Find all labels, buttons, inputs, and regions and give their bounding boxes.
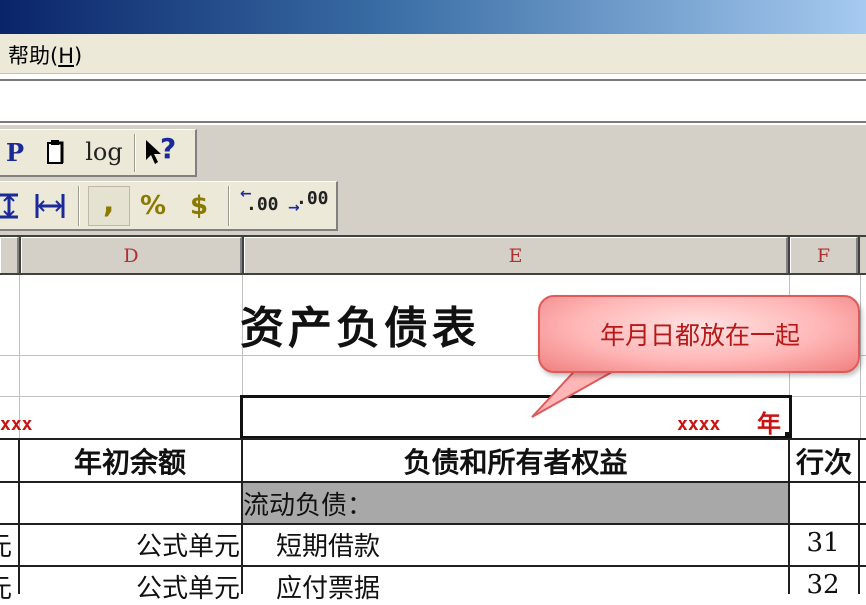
menu-bar: 帮助(H) [0,34,866,74]
selected-date-cell[interactable]: xxxx 年 [240,395,792,439]
menu-help-hotkey: H [58,44,74,68]
toolbar-separator [134,134,136,172]
formula-cell[interactable]: 公式单元 [20,526,240,563]
column-header-g[interactable] [860,237,866,273]
sheet-title: 资产负债表 [240,303,480,354]
column-header-c[interactable] [0,237,19,273]
item-cell[interactable]: 短期借款 [276,526,380,563]
column-header-e[interactable]: E [244,237,788,273]
section-current-liabilities: 流动负债： [243,491,374,521]
column-header-d[interactable]: D [21,237,242,273]
section-row-fill: 流动负债： [243,483,788,523]
line-number-cell[interactable]: 32 [790,570,856,600]
row-left-partial: 元 [0,568,12,605]
header-line-number: 行次 [795,446,852,479]
callout-text: 年月日都放在一起 [599,321,800,350]
currency-style-button[interactable]: $ [182,186,216,226]
formula-cell[interactable]: 公式单元 [20,568,240,605]
item-cell[interactable]: 应付票据 [276,568,380,605]
toolbar-separator [78,186,80,226]
comma-style-button[interactable]: , [88,185,130,226]
gridline [860,275,861,440]
table-border [0,565,866,567]
row-height-icon[interactable] [0,192,22,220]
print-preview-button[interactable]: P [2,133,28,173]
increase-decimal-button[interactable]: ← .00 [240,186,279,222]
log-button[interactable]: log [84,132,124,172]
toolbar-separator [228,186,230,226]
left-partial-red-text: xxx [0,414,33,435]
formula-bar[interactable] [0,79,866,123]
table-border [858,438,860,594]
percent-style-button[interactable]: % [136,186,170,226]
column-header-f[interactable]: F [790,237,858,273]
header-opening-balance: 年初余额 [73,446,186,479]
whats-this-help-button[interactable]: ? [144,132,184,170]
line-number-cell[interactable]: 31 [790,528,856,558]
date-placeholder-text: xxxx [677,414,721,435]
toolbar-standard: P log ? [0,129,197,177]
column-width-icon[interactable] [34,194,66,218]
table-border [0,438,866,440]
table-border [0,523,866,525]
toolbar-formatting: , % $ ← .00 → .00 [0,181,338,231]
decrease-decimal-button[interactable]: → .00 [288,188,329,222]
window-title-bar [0,0,866,34]
row-left-partial: 元 [0,526,12,563]
date-suffix-text: 年 [757,409,781,438]
menu-help-label: 帮助 [8,44,50,68]
clipboard-icon[interactable] [46,140,68,166]
header-liabilities-equity: 负债和所有者权益 [403,446,628,479]
menu-item-help[interactable]: 帮助(H) [8,40,82,70]
